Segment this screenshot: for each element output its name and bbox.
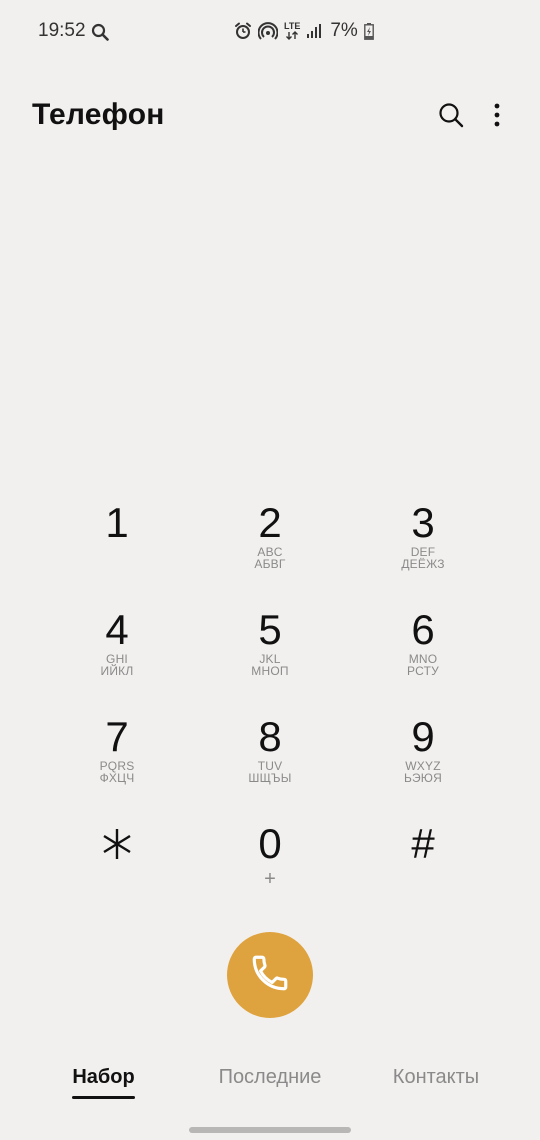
key-digit: 9 bbox=[411, 713, 435, 760]
key-letters-cyrillic: МНОП bbox=[251, 664, 289, 678]
key-2[interactable]: 2 ABC АБВГ bbox=[194, 490, 346, 597]
app-header: Телефон bbox=[0, 90, 540, 146]
key-9[interactable]: 9 WXYZ ЬЭЮЯ bbox=[346, 704, 500, 811]
key-digit: 0 bbox=[258, 820, 282, 867]
key-star[interactable] bbox=[40, 811, 194, 918]
search-icon bbox=[438, 102, 464, 133]
key-letters-cyrillic: РСТУ bbox=[407, 664, 439, 678]
more-vertical-icon bbox=[494, 103, 500, 132]
battery-percent: 7% bbox=[330, 20, 358, 41]
key-digit: 2 bbox=[258, 499, 282, 546]
key-letters-cyrillic: ФХЦЧ bbox=[99, 771, 135, 785]
key-4[interactable]: 4 GHI ИЙКЛ bbox=[40, 597, 194, 704]
key-plus: + bbox=[264, 868, 276, 890]
page-title: Телефон bbox=[32, 98, 165, 131]
alarm-icon bbox=[234, 22, 252, 40]
key-digit: 5 bbox=[258, 606, 282, 653]
lte-icon: LTE bbox=[284, 22, 300, 40]
key-letters-cyrillic: ЬЭЮЯ bbox=[404, 771, 442, 785]
bottom-tabs: Набор Последние Контакты bbox=[0, 1066, 540, 1106]
key-digit: 1 bbox=[105, 499, 129, 546]
status-search-icon bbox=[91, 23, 109, 41]
key-digit: # bbox=[411, 820, 435, 867]
key-letters-cyrillic: ДЕЁЖЗ bbox=[401, 557, 445, 571]
network-type: LTE bbox=[284, 21, 301, 31]
status-bar: 19:52 LTE 7% bbox=[0, 0, 540, 62]
status-time: 19:52 bbox=[38, 20, 86, 41]
key-1[interactable]: 1 bbox=[40, 490, 194, 597]
key-digit: 7 bbox=[105, 713, 129, 760]
signal-icon bbox=[306, 23, 322, 39]
key-digit: 8 bbox=[258, 713, 282, 760]
key-letters-cyrillic: АБВГ bbox=[254, 557, 286, 571]
phone-icon bbox=[249, 952, 291, 999]
home-indicator[interactable] bbox=[189, 1127, 351, 1133]
status-icons: LTE 7% bbox=[234, 19, 374, 43]
key-digit: 4 bbox=[105, 606, 129, 653]
key-7[interactable]: 7 PQRS ФХЦЧ bbox=[40, 704, 194, 811]
key-3[interactable]: 3 DEF ДЕЁЖЗ bbox=[346, 490, 500, 597]
tab-recents[interactable]: Последние bbox=[214, 1066, 326, 1089]
key-letters-cyrillic: ШЩЪЫ bbox=[248, 771, 292, 785]
active-tab-indicator bbox=[72, 1096, 135, 1099]
hotspot-icon bbox=[258, 22, 278, 40]
tab-contacts[interactable]: Контакты bbox=[388, 1066, 484, 1089]
key-0[interactable]: 0 + bbox=[194, 811, 346, 918]
call-button[interactable] bbox=[227, 932, 313, 1018]
asterisk-icon bbox=[94, 821, 140, 867]
battery-charging-icon bbox=[363, 22, 374, 40]
key-6[interactable]: 6 MNO РСТУ bbox=[346, 597, 500, 704]
dial-keypad: 1 2 ABC АБВГ 3 DEF ДЕЁЖЗ 4 GHI ИЙКЛ 5 JK… bbox=[40, 490, 500, 918]
key-5[interactable]: 5 JKL МНОП bbox=[194, 597, 346, 704]
key-hash[interactable]: # bbox=[346, 811, 500, 918]
key-letters-cyrillic: ИЙКЛ bbox=[100, 664, 134, 678]
key-digit: 6 bbox=[411, 606, 435, 653]
search-button[interactable] bbox=[434, 100, 468, 134]
key-digit: 3 bbox=[411, 499, 435, 546]
more-options-button[interactable] bbox=[482, 100, 512, 134]
tab-keypad[interactable]: Набор bbox=[72, 1066, 135, 1089]
key-8[interactable]: 8 TUV ШЩЪЫ bbox=[194, 704, 346, 811]
